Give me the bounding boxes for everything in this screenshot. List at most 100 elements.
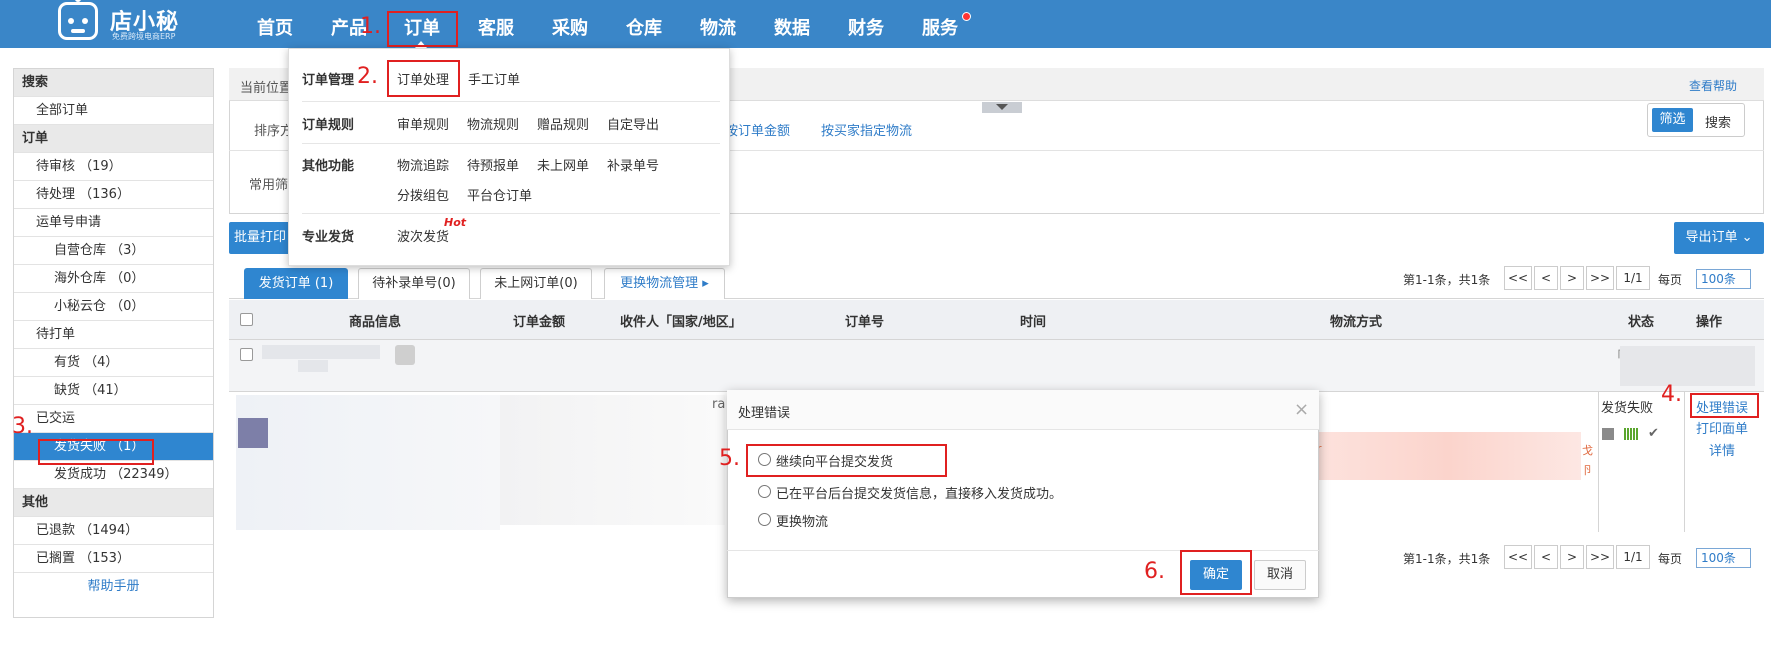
sidebar-item-waybill-apply[interactable]: 运单号申请 <box>14 209 213 237</box>
sidebar-item-shelved[interactable]: 已搁置 （153） <box>14 545 213 573</box>
search-button[interactable]: 搜索 <box>1705 112 1731 131</box>
cancel-button[interactable]: 取消 <box>1254 560 1306 590</box>
option-change-logistics-radio[interactable] <box>758 513 771 526</box>
blurred-text <box>1620 346 1755 386</box>
menu-item-wave-ship[interactable]: 波次发货 <box>397 226 449 245</box>
nav-warehouse[interactable]: 仓库 <box>626 14 662 40</box>
row-checkbox[interactable] <box>240 348 253 361</box>
tab-ship-orders[interactable]: 发货订单 (1) <box>244 268 348 299</box>
pager-next[interactable]: > <box>1560 266 1584 290</box>
nav-home[interactable]: 首页 <box>257 14 293 40</box>
menu-item-pre-report[interactable]: 待预报单 <box>467 155 519 174</box>
option-mark-success-radio[interactable] <box>758 485 771 498</box>
sidebar-item-in-stock[interactable]: 有货 （4） <box>14 349 213 377</box>
sidebar-item-shipped[interactable]: 已交运 <box>14 405 213 433</box>
sort-by-amount[interactable]: 按订单金额 <box>725 120 790 139</box>
batch-print-button[interactable]: 批量打印 <box>229 222 291 254</box>
sidebar-item-xiaomi-cloud[interactable]: 小秘云仓 （0） <box>14 293 213 321</box>
menu-divider <box>302 213 720 214</box>
nav-data[interactable]: 数据 <box>774 14 810 40</box>
option-mark-success-label[interactable]: 已在平台后台提交发货信息，直接移入发货成功。 <box>776 483 1062 502</box>
nav-customer-service[interactable]: 客服 <box>478 14 514 40</box>
menu-item-review-rules[interactable]: 审单规则 <box>397 114 449 133</box>
per-page-select-bottom[interactable]: 100条 <box>1696 548 1751 568</box>
col-divider <box>1598 392 1599 532</box>
menu-item-split-merge[interactable]: 分拨组包 <box>397 185 449 204</box>
tab-change-logistics[interactable]: 更换物流管理 ▸ <box>604 268 725 299</box>
robot-logo-icon[interactable] <box>58 0 98 40</box>
sidebar-item-ship-success[interactable]: 发货成功 （22349） <box>14 461 213 489</box>
per-page-select[interactable]: 100条 <box>1696 269 1751 289</box>
blurred-text <box>262 345 380 359</box>
col-actions: 操作 <box>1696 315 1723 330</box>
sidebar-item-pending-review[interactable]: 待审核 （19） <box>14 153 213 181</box>
pager-page-bottom: 1/1 <box>1616 545 1650 569</box>
col-divider <box>1684 392 1685 532</box>
check-icon[interactable]: ✔ <box>1648 426 1659 441</box>
pager-last-bottom[interactable]: >> <box>1586 545 1614 569</box>
copy-icon[interactable] <box>1602 428 1614 440</box>
menu-head-pro-ship: 专业发货 <box>302 230 355 245</box>
step-6-label: 6. <box>1144 559 1165 584</box>
annotation-box-confirm <box>1180 550 1252 595</box>
menu-divider <box>302 101 720 102</box>
menu-item-custom-export[interactable]: 自定导出 <box>607 114 659 133</box>
sidebar-item-pending-process[interactable]: 待处理 （136） <box>14 181 213 209</box>
nav-finance[interactable]: 财务 <box>848 14 884 40</box>
col-time: 时间 <box>1020 315 1047 330</box>
col-status: 状态 <box>1628 315 1655 330</box>
menu-item-add-tracking[interactable]: 补录单号 <box>607 155 659 174</box>
blurred-text <box>500 395 725 525</box>
pager-info-bottom: 第1-1条，共1条 <box>1403 552 1491 566</box>
pager-prev-bottom[interactable]: < <box>1534 545 1558 569</box>
pager-prev[interactable]: < <box>1534 266 1558 290</box>
print-label-link[interactable]: 打印面单 <box>1696 418 1748 437</box>
menu-item-not-online[interactable]: 未上网单 <box>537 155 589 174</box>
col-order-no: 订单号 <box>845 315 885 330</box>
nav-services[interactable]: 服务 <box>922 14 958 40</box>
sidebar: 搜索 全部订单 订单 待审核 （19） 待处理 （136） 运单号申请 自营仓库… <box>13 68 214 618</box>
blurred-text <box>298 360 328 372</box>
sidebar-item-all-orders[interactable]: 全部订单 <box>14 97 213 125</box>
pager-first-bottom[interactable]: << <box>1504 545 1532 569</box>
menu-item-logistics-track[interactable]: 物流追踪 <box>397 155 449 174</box>
option-change-logistics-label[interactable]: 更换物流 <box>776 511 828 530</box>
menu-item-gift-rules[interactable]: 赠品规则 <box>537 114 589 133</box>
text-fragment: ra <box>712 397 726 412</box>
nav-purchase[interactable]: 采购 <box>552 14 588 40</box>
col-product: 商品信息 <box>349 315 402 330</box>
sidebar-item-to-print[interactable]: 待打单 <box>14 321 213 349</box>
sidebar-item-overseas-warehouse[interactable]: 海外仓库 （0） <box>14 265 213 293</box>
col-logistics: 物流方式 <box>1330 315 1383 330</box>
detail-link[interactable]: 详情 <box>1709 440 1735 459</box>
common-filter-label: 常用筛 <box>249 178 289 193</box>
sidebar-item-refunded[interactable]: 已退款 （1494） <box>14 517 213 545</box>
sidebar-head-search: 搜索 <box>14 69 213 97</box>
help-link[interactable]: 查看帮助 <box>1689 77 1737 94</box>
sort-by-buyer-logistics[interactable]: 按买家指定物流 <box>821 120 912 139</box>
tab-not-online[interactable]: 未上网订单(0) <box>480 268 592 299</box>
sidebar-help-link[interactable]: 帮助手册 <box>14 573 213 601</box>
annotation-box-ship-failed <box>38 439 154 465</box>
product-thumbnail <box>238 418 268 448</box>
tab-pending-waybill[interactable]: 待补录单号(0) <box>358 268 470 299</box>
menu-item-logistics-rules[interactable]: 物流规则 <box>467 114 519 133</box>
annotation-box-orders <box>387 11 458 47</box>
sidebar-item-own-warehouse[interactable]: 自营仓库 （3） <box>14 237 213 265</box>
menu-head-other-funcs: 其他功能 <box>302 159 355 174</box>
pager-next-bottom[interactable]: > <box>1560 545 1584 569</box>
menu-item-manual-order[interactable]: 手工订单 <box>468 69 520 88</box>
barcode-icon[interactable] <box>1624 428 1638 440</box>
close-icon[interactable]: × <box>1294 399 1309 420</box>
pager-last[interactable]: >> <box>1586 266 1614 290</box>
sidebar-head-orders: 订单 <box>14 125 213 153</box>
nav-logistics[interactable]: 物流 <box>700 14 736 40</box>
annotation-box-handle-error <box>1690 393 1759 418</box>
sidebar-item-out-of-stock[interactable]: 缺货 （41） <box>14 377 213 405</box>
text-fragment: 卪 <box>1582 464 1593 477</box>
pager-first[interactable]: << <box>1504 266 1532 290</box>
select-all-checkbox[interactable] <box>240 313 253 326</box>
export-orders-button[interactable]: 导出订单 ⌄ <box>1674 222 1764 254</box>
filter-button[interactable]: 筛选 <box>1652 108 1693 132</box>
menu-item-platform-warehouse[interactable]: 平台仓订单 <box>467 185 532 204</box>
